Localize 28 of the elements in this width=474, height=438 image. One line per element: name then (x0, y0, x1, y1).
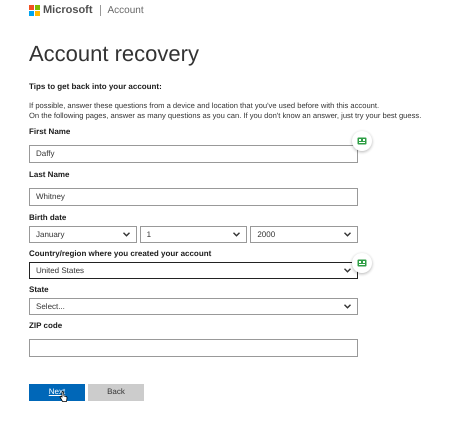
chevron-down-icon (344, 268, 351, 273)
autofill-icon[interactable] (352, 131, 372, 151)
input-field[interactable]: Daffy (29, 144, 358, 162)
tips-heading: Tips to get back into your account: (29, 82, 163, 92)
chevron-down-icon (344, 304, 351, 309)
field-label: ZIP code (29, 321, 64, 331)
chevron-down-icon (122, 232, 130, 237)
chevron-down-icon (233, 232, 240, 237)
dropdown[interactable]: 1 (140, 226, 248, 243)
autofill-icon[interactable] (352, 253, 372, 273)
dropdown[interactable]: January (29, 226, 137, 243)
back-button[interactable]: Back (88, 384, 144, 400)
dropdown[interactable]: Select... (29, 298, 358, 315)
chevron-down-icon (344, 232, 352, 237)
field-label: Birth date (29, 213, 68, 223)
field-label: Country/region where you created your account (29, 249, 212, 259)
next-button[interactable]: Next (29, 384, 85, 400)
field-label: State (29, 285, 50, 295)
input-field[interactable]: Whitney (29, 188, 358, 206)
input-field[interactable] (29, 338, 358, 356)
field-label: First Name (29, 127, 72, 137)
brand-name: Microsoft (43, 2, 92, 18)
dropdown[interactable]: United States (29, 262, 358, 279)
logo-icon (29, 4, 40, 16)
page-title: Account recovery (29, 41, 200, 67)
section-name: Account (108, 4, 144, 18)
dropdown[interactable]: 2000 (250, 226, 358, 243)
field-label: Last Name (29, 170, 70, 180)
